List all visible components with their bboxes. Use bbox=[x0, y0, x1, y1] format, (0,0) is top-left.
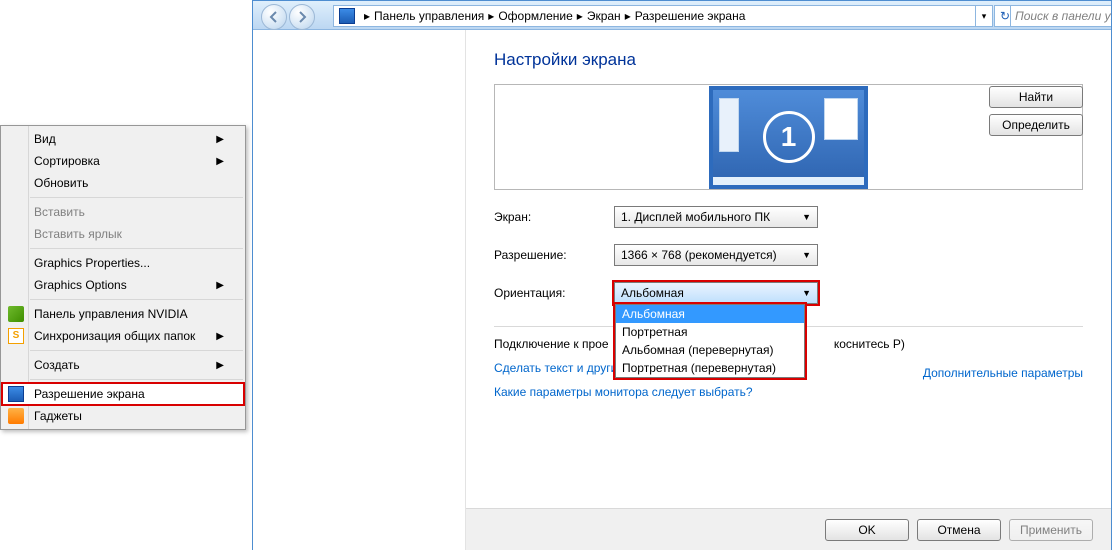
ctx-separator bbox=[30, 379, 243, 380]
ctx-separator bbox=[30, 350, 243, 351]
ctx-paste-shortcut-label: Вставить ярлык bbox=[34, 227, 224, 241]
orientation-option-landscape[interactable]: Альбомная bbox=[616, 305, 804, 323]
ctx-graphics-properties[interactable]: Graphics Properties... bbox=[2, 252, 244, 274]
ctx-sort-label: Сортировка bbox=[34, 154, 206, 168]
ctx-create[interactable]: Создать ▶ bbox=[2, 354, 244, 376]
orientation-dropdown: Альбомная Портретная Альбомная (переверн… bbox=[615, 304, 805, 378]
ctx-sync-label: Синхронизация общих папок bbox=[34, 329, 206, 343]
ctx-screen-resolution[interactable]: Разрешение экрана bbox=[2, 383, 244, 405]
submenu-arrow-icon: ▶ bbox=[216, 280, 224, 291]
advanced-settings-link[interactable]: Дополнительные параметры bbox=[923, 366, 1083, 380]
nav-forward-button[interactable] bbox=[289, 4, 315, 30]
orientation-label: Ориентация: bbox=[494, 286, 614, 300]
breadcrumb-sep-icon: ▸ bbox=[625, 9, 631, 23]
search-input[interactable]: Поиск в панели упр bbox=[1010, 5, 1111, 27]
ctx-separator bbox=[30, 248, 243, 249]
gadgets-icon bbox=[8, 408, 24, 424]
breadcrumb-appearance[interactable]: Оформление bbox=[498, 9, 572, 23]
submenu-arrow-icon: ▶ bbox=[216, 331, 224, 342]
breadcrumb-screen[interactable]: Экран bbox=[587, 9, 621, 23]
ctx-refresh[interactable]: Обновить bbox=[2, 172, 244, 194]
apply-button: Применить bbox=[1009, 519, 1093, 541]
ctx-paste-shortcut: Вставить ярлык bbox=[2, 223, 244, 245]
ok-button[interactable]: OK bbox=[825, 519, 909, 541]
left-nav-pane bbox=[253, 30, 466, 550]
window-toolbar: ▸ Панель управления ▸ Оформление ▸ Экран… bbox=[253, 1, 1111, 30]
ctx-gfx-props-label: Graphics Properties... bbox=[34, 256, 224, 270]
submenu-arrow-icon: ▶ bbox=[216, 134, 224, 145]
submenu-arrow-icon: ▶ bbox=[216, 360, 224, 371]
breadcrumb-bar[interactable]: ▸ Панель управления ▸ Оформление ▸ Экран… bbox=[333, 5, 993, 27]
cancel-button[interactable]: Отмена bbox=[917, 519, 1001, 541]
orientation-option-portrait[interactable]: Портретная bbox=[616, 323, 804, 341]
orientation-option-portrait-flipped[interactable]: Портретная (перевернутая) bbox=[616, 359, 804, 377]
ctx-graphics-options[interactable]: Graphics Options ▶ bbox=[2, 274, 244, 296]
breadcrumb-resolution[interactable]: Разрешение экрана bbox=[635, 9, 746, 23]
orientation-option-landscape-flipped[interactable]: Альбомная (перевернутая) bbox=[616, 341, 804, 359]
nav-back-button[interactable] bbox=[261, 4, 287, 30]
ctx-gadgets-label: Гаджеты bbox=[34, 409, 224, 423]
detect-button[interactable]: Определить bbox=[989, 114, 1083, 136]
ctx-separator bbox=[30, 197, 243, 198]
ctx-gadgets[interactable]: Гаджеты bbox=[2, 405, 244, 427]
ctx-separator bbox=[30, 299, 243, 300]
ctx-nvidia[interactable]: Панель управления NVIDIA bbox=[2, 303, 244, 325]
ctx-gfx-opts-label: Graphics Options bbox=[34, 278, 206, 292]
resolution-select[interactable]: 1366 × 768 (рекомендуется)▼ bbox=[614, 244, 818, 266]
which-settings-link[interactable]: Какие параметры монитора следует выбрать… bbox=[494, 385, 753, 399]
screen-label: Экран: bbox=[494, 210, 614, 224]
screen-select[interactable]: 1. Дисплей мобильного ПК▼ bbox=[614, 206, 818, 228]
breadcrumb-sep-icon: ▸ bbox=[577, 9, 583, 23]
ctx-view-label: Вид bbox=[34, 132, 206, 146]
monitor-icon bbox=[8, 386, 24, 402]
desktop-context-menu: Вид ▶ Сортировка ▶ Обновить Вставить Встав… bbox=[0, 125, 246, 430]
refresh-icon: ↻ bbox=[1000, 9, 1010, 23]
monitor-number: 1 bbox=[763, 111, 815, 163]
submenu-arrow-icon: ▶ bbox=[216, 156, 224, 167]
content-pane: Настройки экрана 1 Найти Определить Экра… bbox=[466, 30, 1111, 550]
ctx-paste-label: Вставить bbox=[34, 205, 224, 219]
monitor-thumbnail[interactable]: 1 bbox=[709, 86, 868, 189]
ctx-resolution-label: Разрешение экрана bbox=[34, 387, 224, 401]
resolution-label: Разрешение: bbox=[494, 248, 614, 262]
page-title: Настройки экрана bbox=[494, 50, 1083, 70]
chevron-down-icon: ▼ bbox=[802, 288, 811, 298]
find-button[interactable]: Найти bbox=[989, 86, 1083, 108]
ctx-create-label: Создать bbox=[34, 358, 206, 372]
ctx-nvidia-label: Панель управления NVIDIA bbox=[34, 307, 224, 321]
screen-select-value: 1. Дисплей мобильного ПК bbox=[621, 210, 802, 224]
chevron-down-icon: ▼ bbox=[802, 250, 811, 260]
orientation-select[interactable]: Альбомная▼ Альбомная Портретная Альбомна… bbox=[614, 282, 818, 304]
ctx-refresh-label: Обновить bbox=[34, 176, 224, 190]
ctx-view[interactable]: Вид ▶ bbox=[2, 128, 244, 150]
sync-icon bbox=[8, 328, 24, 344]
orientation-select-value: Альбомная bbox=[621, 286, 802, 300]
breadcrumb-control-panel[interactable]: Панель управления bbox=[374, 9, 484, 23]
window-glyph-icon bbox=[824, 98, 858, 140]
dialog-footer: OK Отмена Применить bbox=[466, 508, 1111, 550]
control-panel-icon bbox=[339, 8, 355, 24]
nvidia-icon bbox=[8, 306, 24, 322]
chevron-down-icon: ▼ bbox=[802, 212, 811, 222]
address-dropdown-icon[interactable]: ▾ bbox=[975, 6, 992, 26]
breadcrumb-sep-icon: ▸ bbox=[488, 9, 494, 23]
ctx-sort[interactable]: Сортировка ▶ bbox=[2, 150, 244, 172]
ctx-sync-folders[interactable]: Синхронизация общих папок ▶ bbox=[2, 325, 244, 347]
taskbar-glyph-icon bbox=[713, 177, 864, 185]
window-glyph-icon bbox=[719, 98, 739, 152]
resolution-select-value: 1366 × 768 (рекомендуется) bbox=[621, 248, 802, 262]
ctx-paste: Вставить bbox=[2, 201, 244, 223]
screen-resolution-window: ▸ Панель управления ▸ Оформление ▸ Экран… bbox=[252, 0, 1112, 550]
breadcrumb-sep-icon: ▸ bbox=[364, 9, 370, 23]
